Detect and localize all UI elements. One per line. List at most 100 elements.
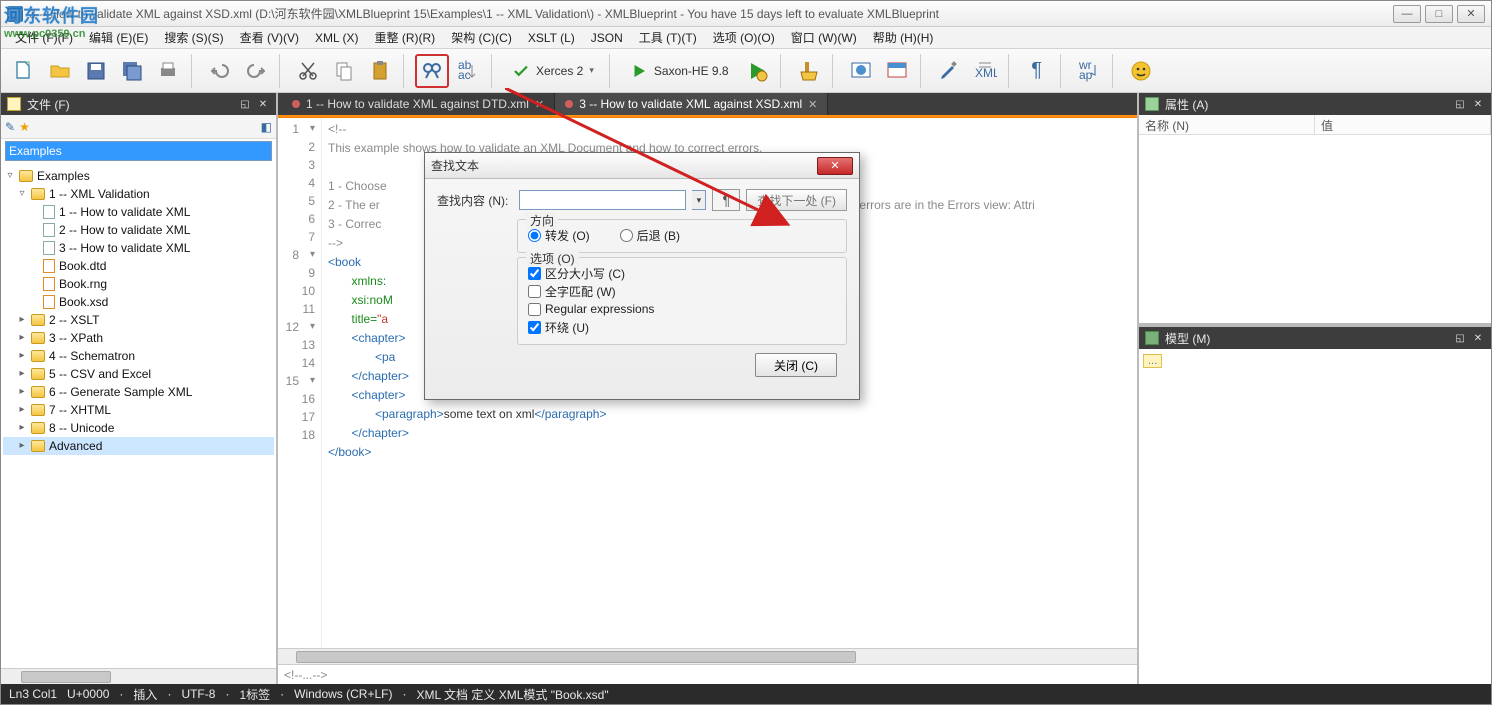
status-charcode: U+0000 xyxy=(67,687,109,701)
left-h-scrollbar[interactable] xyxy=(1,668,276,684)
xml-format-button[interactable]: XML xyxy=(968,54,1002,88)
tab-xsd[interactable]: 3 -- How to validate XML against XSD.xml… xyxy=(555,93,828,115)
tree-folder[interactable]: 8 -- Unicode xyxy=(49,419,114,437)
tree-folder[interactable]: 6 -- Generate Sample XML xyxy=(49,383,192,401)
copy-button[interactable] xyxy=(327,54,361,88)
menubar: 文件 (F)(F) 编辑 (E)(E) 搜索 (S)(S) 查看 (V)(V) … xyxy=(1,27,1491,49)
redo-button[interactable] xyxy=(239,54,273,88)
menu-xml[interactable]: XML (X) xyxy=(307,29,367,47)
color-picker-button[interactable] xyxy=(932,54,966,88)
open-file-button[interactable] xyxy=(43,54,77,88)
menu-tools[interactable]: 工具 (T)(T) xyxy=(631,27,705,48)
run-config-button[interactable] xyxy=(740,54,774,88)
properties-icon xyxy=(1145,97,1159,111)
browser-preview-button[interactable] xyxy=(844,54,878,88)
tree-file[interactable]: 2 -- How to validate XML xyxy=(59,221,190,239)
find-content-input[interactable] xyxy=(519,190,686,210)
tree-file[interactable]: Book.dtd xyxy=(59,257,106,275)
panel-close-button[interactable]: ✕ xyxy=(1471,331,1485,345)
replace-button[interactable]: abac xyxy=(451,54,485,88)
address-input[interactable] xyxy=(5,141,272,161)
panel-undock-button[interactable]: ◱ xyxy=(1453,97,1467,111)
checkbox-regex[interactable]: Regular expressions xyxy=(528,300,836,318)
tree-folder-1[interactable]: 1 -- XML Validation xyxy=(49,185,150,203)
special-chars-button[interactable]: ¶ xyxy=(712,189,740,211)
tab-close-icon[interactable]: ✕ xyxy=(808,98,817,111)
menu-json[interactable]: JSON xyxy=(583,29,631,47)
tree-file[interactable]: 3 -- How to validate XML xyxy=(59,239,190,257)
print-button[interactable] xyxy=(151,54,185,88)
tab-dtd[interactable]: 1 -- How to validate XML against DTD.xml… xyxy=(282,93,555,115)
wrap-button[interactable]: wrap xyxy=(1072,54,1106,88)
tree-folder[interactable]: 5 -- CSV and Excel xyxy=(49,365,151,383)
tree-folder[interactable]: 7 -- XHTML xyxy=(49,401,111,419)
find-history-dropdown[interactable]: ▾ xyxy=(692,190,706,210)
tree-folder[interactable]: 4 -- Schematron xyxy=(49,347,135,365)
paste-button[interactable] xyxy=(363,54,397,88)
properties-panel-header: 属性 (A) ◱ ✕ xyxy=(1139,93,1491,115)
find-dialog: 查找文本 ✕ 查找内容 (N): ▾ ¶ 查找下一处 (F) 方向 转发 (O)… xyxy=(424,152,860,400)
app-icon xyxy=(7,6,23,22)
modified-dot-icon xyxy=(292,100,300,108)
file-tree[interactable]: ▿Examples ▿1 -- XML Validation 1 -- How … xyxy=(1,163,276,668)
validate-xerces-button[interactable]: Xerces 2▾ xyxy=(503,54,603,88)
menu-reformat[interactable]: 重整 (R)(R) xyxy=(367,27,444,48)
tree-file[interactable]: 1 -- How to validate XML xyxy=(59,203,190,221)
dialog-close-btn[interactable]: 关闭 (C) xyxy=(755,353,837,377)
smiley-button[interactable] xyxy=(1124,54,1158,88)
minimize-button[interactable]: ― xyxy=(1393,5,1421,23)
menu-options[interactable]: 选项 (O)(O) xyxy=(705,27,783,48)
col-name[interactable]: 名称 (N) xyxy=(1139,115,1315,134)
save-all-button[interactable] xyxy=(115,54,149,88)
help-icon[interactable]: ◧ xyxy=(261,120,272,134)
tab-close-icon[interactable]: ✕ xyxy=(535,98,544,111)
editor-h-scrollbar[interactable] xyxy=(278,648,1137,664)
maximize-button[interactable]: □ xyxy=(1425,5,1453,23)
find-next-button[interactable]: 查找下一处 (F) xyxy=(746,189,847,211)
properties-body xyxy=(1139,135,1491,323)
modified-dot-icon xyxy=(565,100,573,108)
run-saxon-button[interactable]: Saxon-HE 9.8 xyxy=(621,54,738,88)
menu-xslt[interactable]: XSLT (L) xyxy=(520,29,583,47)
cut-button[interactable] xyxy=(291,54,325,88)
panel-undock-button[interactable]: ◱ xyxy=(238,97,252,111)
panel-close-button[interactable]: ✕ xyxy=(256,97,270,111)
menu-window[interactable]: 窗口 (W)(W) xyxy=(783,27,865,48)
undo-button[interactable] xyxy=(203,54,237,88)
favorite-icon[interactable]: ★ xyxy=(19,120,30,134)
properties-title: 属性 (A) xyxy=(1165,96,1208,113)
svg-text:XML: XML xyxy=(975,66,997,80)
clean-button[interactable] xyxy=(792,54,826,88)
menu-search[interactable]: 搜索 (S)(S) xyxy=(156,27,231,48)
menu-file[interactable]: 文件 (F)(F) xyxy=(7,27,81,48)
checkbox-whole-word[interactable]: 全字匹配 (W) xyxy=(528,282,836,300)
menu-schema[interactable]: 架构 (C)(C) xyxy=(443,27,520,48)
save-button[interactable] xyxy=(79,54,113,88)
preview-pane-button[interactable] xyxy=(880,54,914,88)
find-button[interactable] xyxy=(415,54,449,88)
model-collapsed-tag[interactable]: ... xyxy=(1143,354,1162,368)
tree-file[interactable]: Book.xsd xyxy=(59,293,108,311)
radio-backward[interactable]: 后退 (B) xyxy=(620,226,680,244)
checkbox-wrap[interactable]: 环绕 (U) xyxy=(528,318,836,336)
panel-undock-button[interactable]: ◱ xyxy=(1453,331,1467,345)
dialog-close-button[interactable]: ✕ xyxy=(817,157,853,175)
files-panel-header: 文件 (F) ◱ ✕ xyxy=(1,93,276,115)
col-value[interactable]: 值 xyxy=(1315,115,1491,134)
new-file-button[interactable] xyxy=(7,54,41,88)
tree-root[interactable]: Examples xyxy=(37,167,90,185)
tree-file[interactable]: Book.rng xyxy=(59,275,107,293)
status-encoding: UTF-8 xyxy=(181,687,215,701)
tree-folder[interactable]: 2 -- XSLT xyxy=(49,311,99,329)
menu-view[interactable]: 查看 (V)(V) xyxy=(232,27,307,48)
close-window-button[interactable]: ✕ xyxy=(1457,5,1485,23)
tree-folder-advanced[interactable]: Advanced xyxy=(49,437,102,455)
menu-help[interactable]: 帮助 (H)(H) xyxy=(865,27,942,48)
status-insert: 插入 xyxy=(133,686,157,703)
menu-edit[interactable]: 编辑 (E)(E) xyxy=(81,27,156,48)
tree-folder[interactable]: 3 -- XPath xyxy=(49,329,103,347)
panel-close-button[interactable]: ✕ xyxy=(1471,97,1485,111)
show-paragraph-button[interactable]: ¶ xyxy=(1020,54,1054,88)
window-titlebar: 3 -- How to validate XML against XSD.xml… xyxy=(1,1,1491,27)
edit-icon[interactable]: ✎ xyxy=(5,120,15,134)
